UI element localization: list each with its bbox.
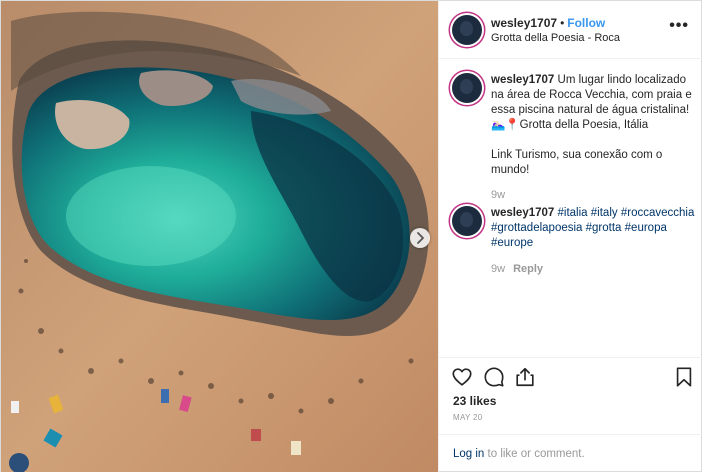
grotta-aerial-image [1,1,438,472]
comment-username[interactable]: wesley1707 [491,207,554,219]
hashtag-link[interactable]: #europe [491,237,533,249]
header-user-line: wesley1707 • Follow [491,16,605,30]
hashtag-link[interactable]: #italy [591,207,618,219]
action-bar: 23 likes MAY 20 Log in to like or commen… [439,357,702,472]
comment-button[interactable] [483,366,505,388]
comment-time[interactable]: 9w [491,263,505,275]
caption-line-2: 🏊🏻‍♀️📍Grotta della Poesia, Itália [491,119,649,131]
avatar[interactable] [452,73,482,103]
location-link[interactable]: Grotta della Poesia - Roca [491,32,620,44]
bookmark-icon [676,367,692,387]
username-link[interactable]: wesley1707 [491,16,557,30]
share-button[interactable] [514,366,536,388]
post-photo[interactable] [1,1,438,472]
instagram-post: wesley1707 • Follow Grotta della Poesia - … [0,0,702,472]
hashtag-link[interactable]: #europa [625,222,667,234]
avatar[interactable] [452,15,482,45]
caption-line-3: Link Turismo, sua conexão com o mundo! [491,149,663,176]
more-horizontal-icon[interactable]: ••• [669,18,689,34]
hashtag-link[interactable]: #roccavecchia [621,207,695,219]
post-header: wesley1707 • Follow Grotta della Poesia - … [439,1,702,59]
caption-text: wesley1707 Um lugar lindo localizado na … [491,73,696,178]
follow-button[interactable]: Follow [567,16,605,30]
post-side-panel: wesley1707 • Follow Grotta della Poesia - … [438,1,702,472]
comment-username[interactable]: wesley1707 [491,74,554,86]
heart-icon [452,368,472,386]
hashtag-text: wesley1707 #italia #italy #roccavecchia … [491,206,696,251]
chevron-right-icon [417,232,424,244]
next-image-button[interactable] [410,228,430,248]
likes-count[interactable]: 23 likes [453,394,496,408]
comment-icon [484,367,504,387]
save-button[interactable] [673,366,695,388]
comment-meta: 9w Reply [491,263,543,275]
like-button[interactable] [451,366,473,388]
login-prompt-text: to like or comment. [484,448,585,460]
login-prompt: Log in to like or comment. [439,434,702,472]
comments-list: wesley1707 Um lugar lindo localizado na … [439,59,702,357]
share-icon [516,367,534,387]
hashtag-link[interactable]: #grotta [586,222,622,234]
post-date[interactable]: MAY 20 [453,413,483,422]
hashtag-link[interactable]: #grottadelapoesia [491,222,582,234]
reply-button[interactable]: Reply [513,263,543,275]
hashtag-link[interactable]: #italia [558,207,588,219]
separator-dot: • [560,16,565,30]
login-link[interactable]: Log in [453,448,484,460]
avatar[interactable] [452,206,482,236]
comment-time[interactable]: 9w [491,189,505,201]
